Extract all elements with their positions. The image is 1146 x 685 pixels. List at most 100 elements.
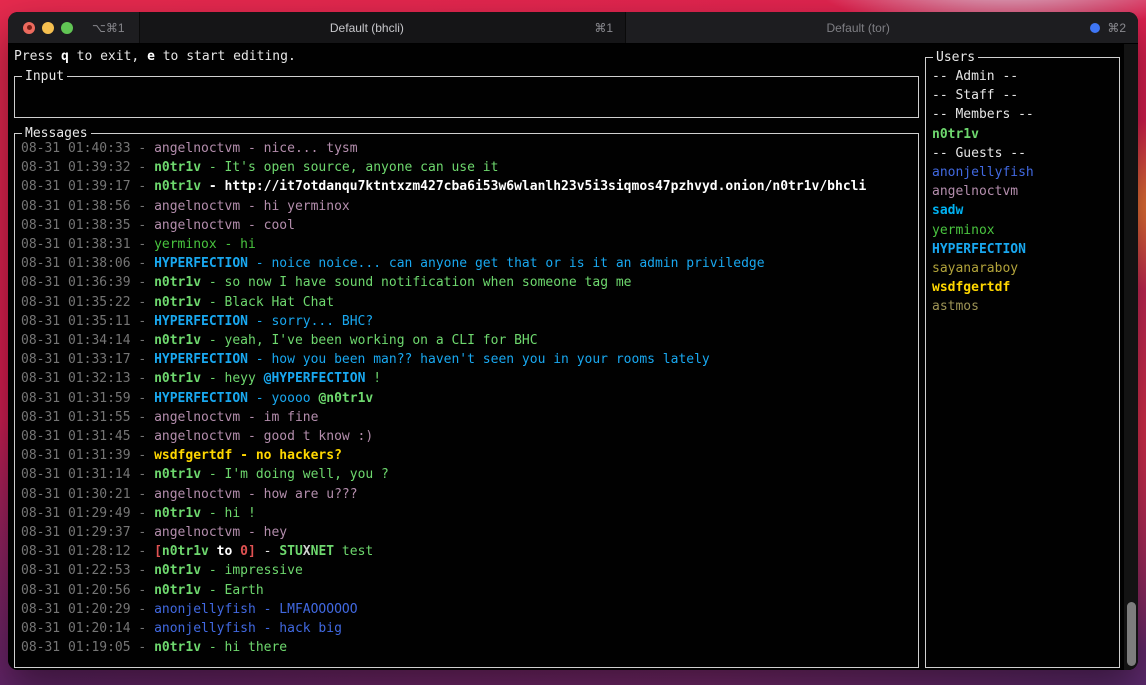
timestamp: 08-31 01:29:49 - [21,506,154,521]
message-text: - nice... tysm [240,141,357,156]
username: wsdfgertdf [154,448,232,463]
username: n0tr1v [154,371,201,386]
username: yerminox [932,223,995,238]
message-line: 08-31 01:38:06 - HYPERFECTION - noice no… [21,254,914,273]
username: HYPERFECTION [932,242,1026,257]
message-text: - hi there [201,640,287,655]
timestamp: 08-31 01:28:12 - [21,544,154,559]
username: n0tr1v [154,275,201,290]
message-line: 08-31 01:38:35 - angelnoctvm - cool [21,216,914,235]
username: angelnoctvm [932,184,1018,199]
message-line: 08-31 01:20:56 - n0tr1v - Earth [21,581,914,600]
message-text: STU [279,544,302,559]
role-separator: -- Staff -- [932,88,1018,103]
input-box-title: Input [22,68,67,85]
hint-text: Press [14,49,61,64]
bracket: [ [154,544,162,559]
message-line: 08-31 01:40:33 - angelnoctvm - nice... t… [21,139,914,158]
username: angelnoctvm [154,487,240,502]
username: n0tr1v [154,563,201,578]
message-line: 08-31 01:36:39 - n0tr1v - so now I have … [21,273,914,292]
username: n0tr1v [932,127,979,142]
tab-default-tor[interactable]: Default (tor) ⌘2 [625,12,1138,43]
user-list-item: yerminox [932,221,1115,240]
message-line: 08-31 01:30:21 - angelnoctvm - how are u… [21,485,914,504]
tab-title: Default (bhcli) [140,21,595,35]
message-line: 08-31 01:39:17 - n0tr1v - http://it7otda… [21,177,914,196]
terminal-content: Press q to exit, e to start editing. Inp… [8,44,1138,670]
message-line: 08-31 01:20:29 - anonjellyfish - LMFAOOO… [21,600,914,619]
message-line: 08-31 01:33:17 - HYPERFECTION - how you … [21,350,914,369]
message-text: - hi yerminox [240,199,350,214]
tab-shortcut-label: ⌘1 [594,21,613,35]
message-line: 08-31 01:22:53 - n0tr1v - impressive [21,561,914,580]
username: anonjellyfish [154,602,256,617]
message-text: - Black Hat Chat [201,295,334,310]
user-list-item: sayanaraboy [932,259,1115,278]
user-list-item: -- Staff -- [932,86,1115,105]
close-button[interactable] [23,22,35,34]
message-text: - yeah, I've been working on a CLI for B… [201,333,538,348]
minimize-button[interactable] [42,22,54,34]
message-text: - [256,544,279,559]
user-list-item: n0tr1v [932,125,1115,144]
bracket: ] [248,544,256,559]
message-text: - impressive [201,563,303,578]
message-text: - cool [240,218,295,233]
message-text: - hey [240,525,287,540]
role-separator: -- Guests -- [932,146,1026,161]
username: anonjellyfish [932,165,1034,180]
username: n0tr1v [154,179,201,194]
message-text: to [209,544,240,559]
username: n0tr1v [154,160,201,175]
timestamp: 08-31 01:38:31 - [21,237,154,252]
username: HYPERFECTION [154,314,248,329]
username: angelnoctvm [154,410,240,425]
hint-text: to exit, [69,49,147,64]
scrollbar-track[interactable] [1124,44,1138,670]
zoom-button[interactable] [61,22,73,34]
tab-title: Default (tor) [626,21,1090,35]
username: angelnoctvm [154,199,240,214]
timestamp: 08-31 01:29:37 - [21,525,154,540]
timestamp: 08-31 01:22:53 - [21,563,154,578]
users-box: Users -- Admin ---- Staff ---- Members -… [925,57,1120,668]
message-line: 08-31 01:29:37 - angelnoctvm - hey [21,523,914,542]
key-e: e [147,49,155,64]
timestamp: 08-31 01:38:56 - [21,199,154,214]
user-list-item: HYPERFECTION [932,240,1115,259]
window-controls: ⌥⌘1 [8,12,140,43]
timestamp: 08-31 01:31:14 - [21,467,154,482]
username: n0tr1v [154,467,201,482]
message-text: - how you been man?? haven't seen you in… [248,352,710,367]
timestamp: 08-31 01:20:56 - [21,583,154,598]
timestamp: 08-31 01:38:06 - [21,256,154,271]
active-tab-body[interactable]: Default (bhcli) ⌘1 [140,12,625,43]
timestamp: 08-31 01:32:13 - [21,371,154,386]
message-line: 08-31 01:32:13 - n0tr1v - heyy @HYPERFEC… [21,369,914,388]
message-line: 08-31 01:19:05 - n0tr1v - hi there [21,638,914,657]
timestamp: 08-31 01:35:22 - [21,295,154,310]
username: HYPERFECTION [154,391,248,406]
message-line: 08-31 01:35:11 - HYPERFECTION - sorry...… [21,312,914,331]
message-text: - I'm doing well, you ? [201,467,389,482]
message-text: - LMFAOOOOOO [256,602,358,617]
message-text: X [303,544,311,559]
keybind-hint: Press q to exit, e to start editing. [14,47,296,66]
scrollbar-thumb[interactable] [1127,602,1136,666]
message-line: 08-31 01:28:12 - [n0tr1v to 0] - STUXNET… [21,542,914,561]
mention: @n0tr1v [318,391,373,406]
message-text: - noice noice... can anyone get that or … [248,256,765,271]
input-box[interactable]: Input [14,76,919,118]
message-line: 08-31 01:31:55 - angelnoctvm - im fine [21,408,914,427]
message-line: 08-31 01:31:14 - n0tr1v - I'm doing well… [21,465,914,484]
user-list: -- Admin ---- Staff ---- Members --n0tr1… [932,67,1115,665]
timestamp: 08-31 01:19:05 - [21,640,154,655]
message-text: NET [311,544,334,559]
message-line: 08-31 01:34:14 - n0tr1v - yeah, I've bee… [21,331,914,350]
username: n0tr1v [154,583,201,598]
message-text: test [334,544,373,559]
tab-default-bhcli[interactable]: ⌥⌘1 Default (bhcli) ⌘1 [8,12,625,43]
message-line: 08-31 01:20:14 - anonjellyfish - hack bi… [21,619,914,638]
timestamp: 08-31 01:36:39 - [21,275,154,290]
